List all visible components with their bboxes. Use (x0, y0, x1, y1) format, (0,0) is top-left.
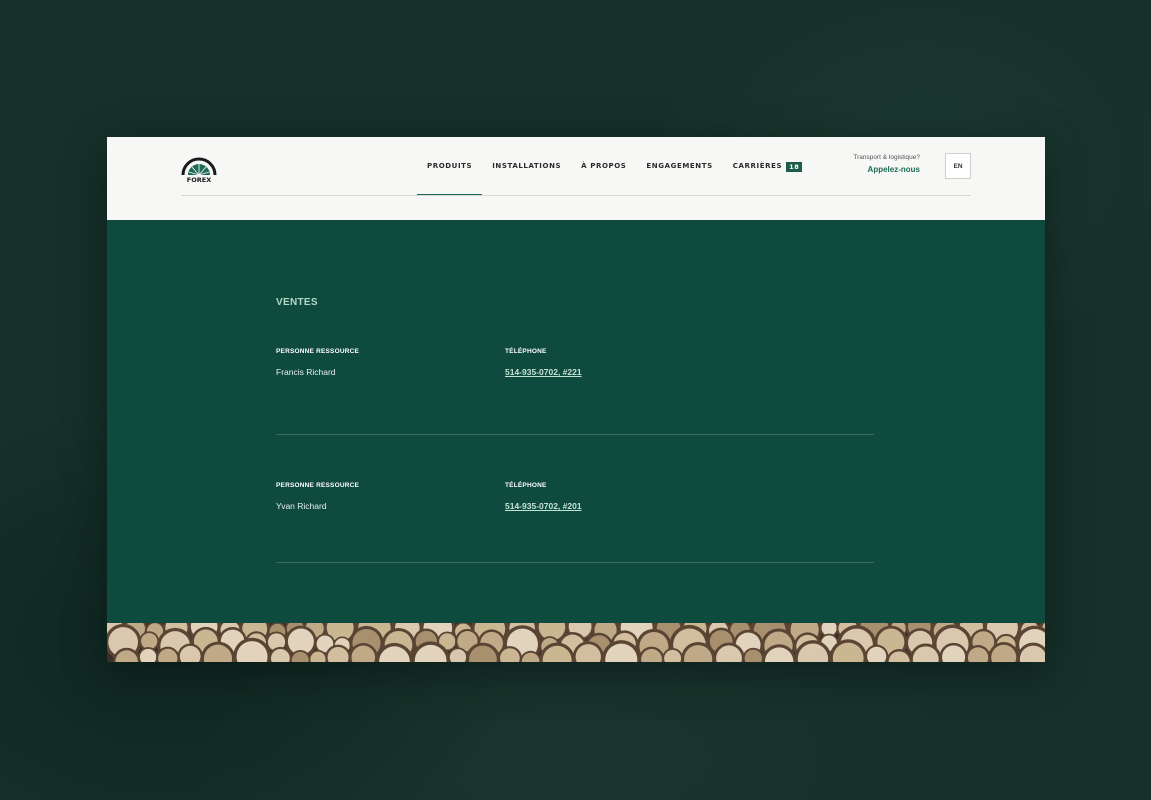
nav-item-produits[interactable]: PRODUITS (417, 137, 483, 196)
phone-link[interactable]: 514-935-0702, #201 (505, 501, 582, 511)
section-title: VENTES (276, 297, 318, 308)
logo-text: FOREX (187, 176, 211, 184)
call-us-link[interactable]: Appelez-nous (853, 165, 920, 174)
person-label: PERSONNE RESSOURCE (276, 348, 360, 355)
contact-person: PERSONNE RESSOURCE Francis Richard (276, 348, 359, 377)
forex-logo-icon[interactable]: FOREX (179, 148, 219, 184)
person-name: Francis Richard (276, 367, 336, 377)
site-header: FOREX PRODUITS INSTALLATIONS À PROPOS EN… (107, 137, 1045, 220)
log-pile-image (107, 623, 1045, 662)
nav-label: CARRIÈRES (732, 162, 783, 170)
main-nav: PRODUITS INSTALLATIONS À PROPOS ENGAGEME… (417, 137, 812, 196)
person-label: PERSONNE RESSOURCE (276, 482, 360, 489)
person-name: Yvan Richard (276, 501, 327, 511)
sales-section: VENTES PERSONNE RESSOURCE Francis Richar… (276, 297, 874, 563)
browser-frame: FOREX PRODUITS INSTALLATIONS À PROPOS EN… (107, 137, 1045, 662)
header-divider (181, 195, 971, 196)
contact-person: PERSONNE RESSOURCE Yvan Richard (276, 482, 359, 511)
contact-phone: TÉLÉPHONE 514-935-0702, #201 (505, 482, 582, 511)
nav-label: INSTALLATIONS (492, 162, 562, 170)
phone-link[interactable]: 514-935-0702, #221 (505, 367, 582, 377)
nav-item-a-propos[interactable]: À PROPOS (571, 137, 636, 196)
phone-label: TÉLÉPHONE (505, 348, 547, 355)
nav-label: PRODUITS (427, 162, 473, 170)
nav-label: À PROPOS (581, 162, 627, 170)
contact-phone: TÉLÉPHONE 514-935-0702, #221 (505, 348, 582, 377)
careers-count-badge: 18 (786, 161, 803, 172)
nav-item-installations[interactable]: INSTALLATIONS (482, 137, 571, 196)
language-switch-button[interactable]: EN (945, 153, 971, 179)
contact-row: PERSONNE RESSOURCE Francis Richard TÉLÉP… (276, 308, 874, 435)
transport-question: Transport & logistique? (853, 154, 920, 161)
nav-item-engagements[interactable]: ENGAGEMENTS (636, 137, 722, 196)
nav-label: ENGAGEMENTS (646, 162, 713, 170)
transport-contact: Transport & logistique? Appelez-nous (853, 154, 920, 174)
phone-label: TÉLÉPHONE (505, 482, 547, 489)
log-pile-graphic (107, 623, 1045, 662)
nav-item-carrieres[interactable]: CARRIÈRES 18 (723, 137, 813, 196)
contact-row: PERSONNE RESSOURCE Yvan Richard TÉLÉPHON… (276, 435, 874, 563)
